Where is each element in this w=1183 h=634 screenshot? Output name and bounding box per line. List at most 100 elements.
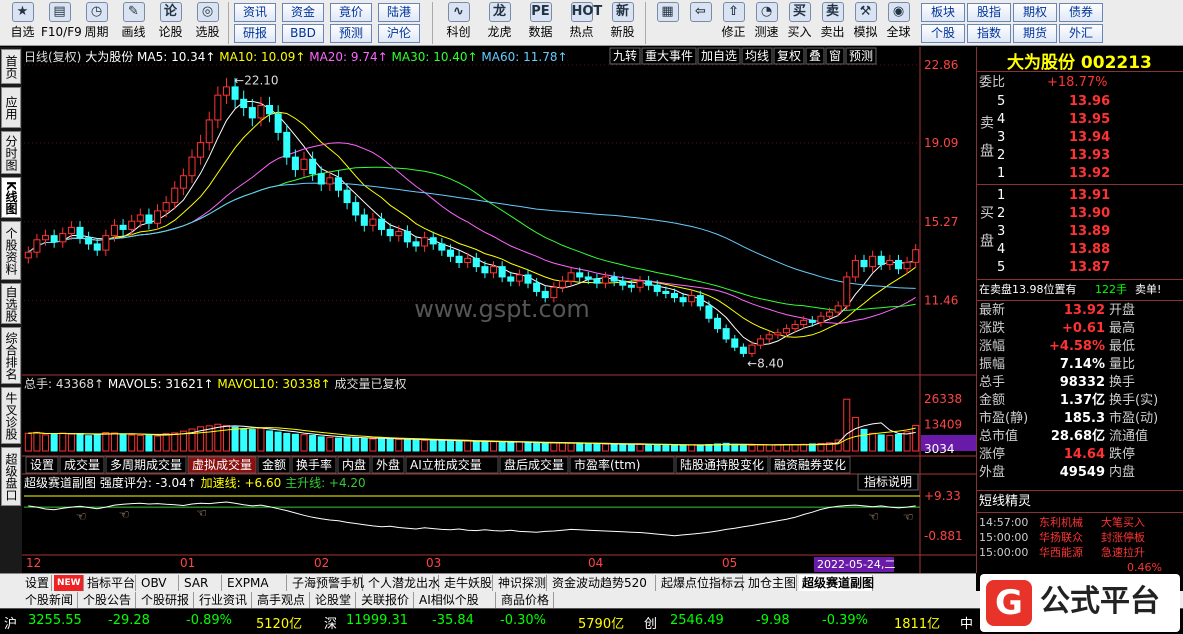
short-time-2: 15:00:00 <box>979 546 1029 559</box>
toolbar-market-0[interactable]: 板块 <box>921 3 965 22</box>
left-tab-1[interactable]: 应用 <box>1 87 21 128</box>
info-tab-5[interactable]: 论股堂 <box>312 592 356 608</box>
left-tab-6[interactable]: 综合排名 <box>1 327 21 384</box>
bottom-tab-13[interactable]: 超级赛道副图 <box>799 575 874 591</box>
indicator-tab-label-11: 陆股通持股变化 <box>680 457 764 472</box>
sell-price-4: 13.95 <box>1069 112 1111 127</box>
toolbar-btn2-0[interactable]: ∿ 科创 <box>438 2 479 44</box>
chart-canvas[interactable]: 22.86 19.09 15.27 11.46 www.gspt.com ←22.10 ←8… <box>22 47 976 573</box>
bottom-tab-4[interactable]: SAR <box>181 575 222 591</box>
kline-chart-area[interactable]: 22.86 19.09 15.27 11.46 www.gspt.com ←22.10 ←8… <box>22 47 976 573</box>
toolbar-small-4[interactable]: 研报 <box>234 24 276 43</box>
bottom-tab-8[interactable]: 走牛妖股 <box>441 575 493 591</box>
bottom-tab-1[interactable]: NEW <box>54 575 84 591</box>
toolbar-market-4[interactable]: 个股 <box>921 24 965 43</box>
stat-label-9: 外盘 <box>979 465 1006 480</box>
toolbar-market-5[interactable]: 指数 <box>967 24 1011 43</box>
info-tab-3[interactable]: 行业资讯 <box>196 592 252 608</box>
bottom-tab-5[interactable]: EXPMA <box>224 575 287 591</box>
toolbar-btn3-3[interactable]: ◔ 测速 <box>750 2 783 44</box>
toolbar-small-5[interactable]: BBD <box>282 24 324 43</box>
stat-label-1: 涨跌 <box>979 321 1006 336</box>
info-tab-0[interactable]: 个股新闻 <box>22 592 78 608</box>
info-tab-6[interactable]: 关联报价 <box>358 592 414 608</box>
toolbar-btn3-2[interactable]: ⇧ 修正 <box>717 2 750 44</box>
panel-divider <box>977 71 1183 72</box>
bottom-tab-7[interactable]: 个人潜龙出水 <box>365 575 440 591</box>
toolbar-btn3-7[interactable]: ◉ 全球 <box>882 2 915 44</box>
info-tab-7[interactable]: AI相似个股 <box>416 592 496 608</box>
indicator-score: 强度评分: -3.04↑ <box>100 475 201 490</box>
toolbar-btn-1[interactable]: ▤ F10/F9 <box>41 2 82 44</box>
chart-button-label-0: 九转 <box>613 48 637 63</box>
toolbar-btn-4[interactable]: 论论股 <box>152 2 189 44</box>
toolbar-btn3-5[interactable]: 卖卖出 <box>816 2 849 44</box>
bottom-tab-12[interactable]: 加仓主图 <box>745 575 797 591</box>
toolbar-market-7[interactable]: 外汇 <box>1059 24 1103 43</box>
toolbar-market-6[interactable]: 期货 <box>1013 24 1057 43</box>
toolbar-btn2-4[interactable]: 新新股 <box>602 2 643 44</box>
toolbar-btn3-0[interactable]: ▦ <box>651 2 684 44</box>
bottom-tab-3[interactable]: OBV <box>138 575 179 591</box>
short-stock-2[interactable]: 华西能源 <box>1039 544 1099 562</box>
chart-header: 日线(复权) 大为股份 MA5: 10.34↑ MA10: 10.09↑ MA2… <box>24 50 568 64</box>
left-tab-3[interactable]: K线图 <box>1 177 21 218</box>
toolbar-btn-3[interactable]: ✎ 画线 <box>115 2 152 44</box>
left-tab-8[interactable]: 超级盘口 <box>1 447 21 506</box>
toolbar-small-6[interactable]: 预测 <box>330 24 372 43</box>
stat-label-0: 最新 <box>979 303 1006 318</box>
left-tab-5[interactable]: 自选股 <box>1 283 21 324</box>
bottom-tab-10[interactable]: 资金波动趋势520 <box>549 575 656 591</box>
toolbar-btn-2[interactable]: ◷ 周期 <box>78 2 115 44</box>
low-price-label: ←8.40 <box>747 357 784 371</box>
volume-bar <box>567 442 575 452</box>
toolbar-separator <box>228 2 229 44</box>
toolbar-market-2[interactable]: 期权 <box>1013 3 1057 22</box>
bottom-tab-0[interactable]: 设置 <box>22 575 52 591</box>
toolbar-btn3-4[interactable]: 买买入 <box>783 2 816 44</box>
left-tab-7[interactable]: 牛叉诊股 <box>1 387 21 444</box>
toolbar-small-0[interactable]: 资讯 <box>234 3 276 22</box>
toolbar-btn-0[interactable]: ★ 自选 <box>4 2 41 44</box>
ma-label-4: MA60: 11.78↑ <box>481 50 567 64</box>
toolbar-btn-5[interactable]: ◎ 选股 <box>189 2 226 44</box>
toolbar-btn2-1[interactable]: 龙龙虎 <box>479 2 520 44</box>
volume-bar <box>386 438 394 452</box>
indicator-tab-label-6: 内盘 <box>342 457 366 472</box>
volume-bar <box>136 434 144 452</box>
panel-divider <box>977 184 1183 185</box>
bottom-tab-11[interactable]: 起爆点位指标云 <box>658 575 745 591</box>
info-tab-8[interactable]: 商品价格 <box>498 592 554 608</box>
volume-bar <box>541 443 549 452</box>
toolbar-small-2[interactable]: 竟价 <box>330 3 372 22</box>
volume-bar <box>378 437 386 452</box>
toolbar-btn3-6[interactable]: ⚒ 模拟 <box>849 2 882 44</box>
toolbar-btn2-3[interactable]: HOT 热点 <box>561 2 602 44</box>
info-tab-2[interactable]: 个股研报 <box>138 592 194 608</box>
volume-bar <box>619 444 627 452</box>
toolbar-market-1[interactable]: 股指 <box>967 3 1011 22</box>
volume-bar <box>662 444 670 452</box>
toolbar-btn2-2[interactable]: PE 数据 <box>520 2 561 44</box>
chart-button-label-6: 窗 <box>829 49 841 63</box>
volume-bar <box>93 434 101 452</box>
info-tab-1[interactable]: 个股公告 <box>80 592 136 608</box>
toolbar-small-1[interactable]: 资金 <box>282 3 324 22</box>
volume-bar <box>645 444 653 452</box>
left-tab-0[interactable]: 首页 <box>1 49 21 84</box>
bottom-tab-6[interactable]: 子海预警手机 <box>289 575 364 591</box>
toolbar-btn3-7-label: 全球 <box>886 25 911 39</box>
left-tab-4[interactable]: 个股资料 <box>1 221 21 280</box>
toolbar-btn3-1[interactable]: ⇦ <box>684 2 717 44</box>
left-tab-2[interactable]: 分时图 <box>1 131 21 174</box>
info-tab-4[interactable]: 高手观点 <box>254 592 310 608</box>
volume-bar <box>50 433 58 452</box>
toolbar-btn3-0-icon: ▦ <box>656 2 679 22</box>
bottom-tab-2[interactable]: 指标平台 <box>84 575 136 591</box>
hand-marker-icon: ☜ <box>903 510 914 524</box>
toolbar-small-7[interactable]: 沪伦 <box>378 24 420 43</box>
bottom-tab-9[interactable]: 神识探测 <box>495 575 547 591</box>
toolbar-small-3[interactable]: 陆港 <box>378 3 420 22</box>
volume-bar <box>886 434 894 452</box>
toolbar-market-3[interactable]: 债券 <box>1059 3 1103 22</box>
